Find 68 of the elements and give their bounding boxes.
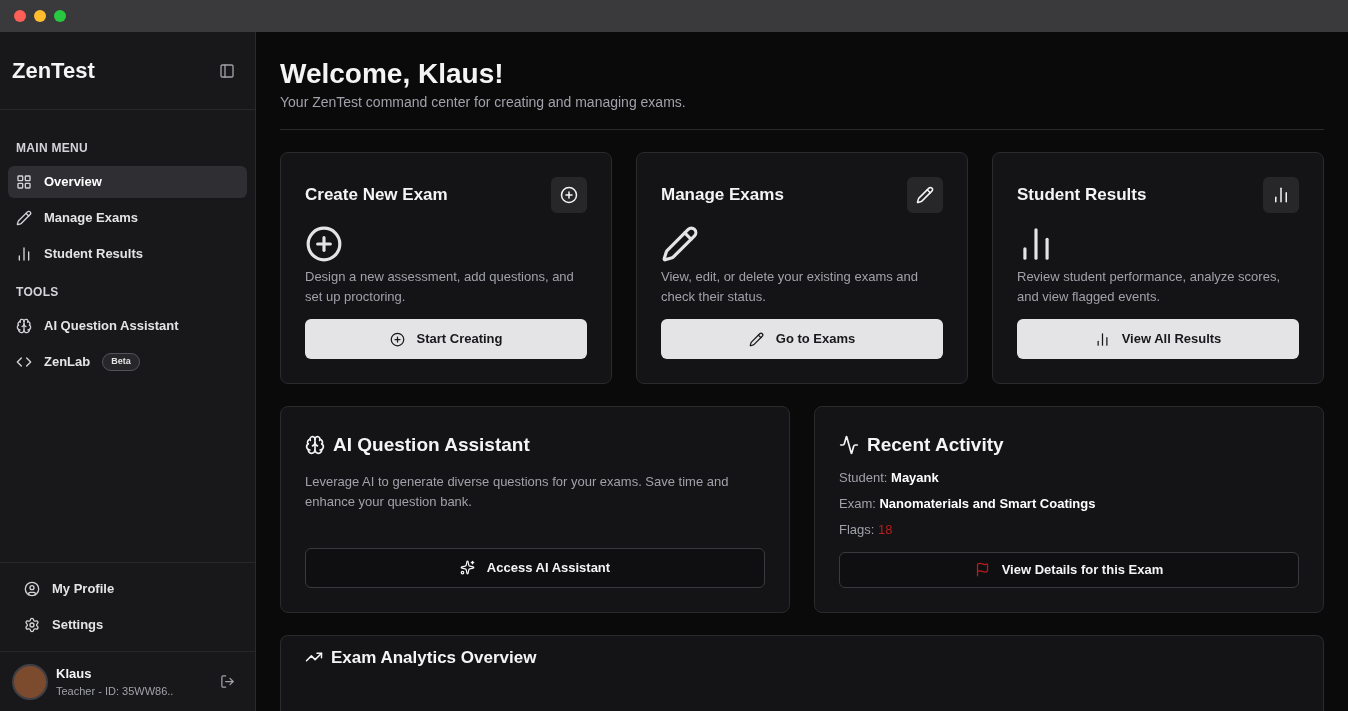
brain-icon	[305, 435, 325, 456]
nav-item[interactable]: Settings	[16, 607, 239, 643]
sidebar-toggle-icon[interactable]	[219, 62, 235, 79]
beta-badge: Beta	[102, 353, 140, 371]
activity-field: Exam: Nanomaterials and Smart Coatings	[839, 493, 1299, 514]
brand-name: ZenTest	[12, 57, 95, 85]
bar-chart-icon	[16, 246, 32, 262]
nav-item[interactable]: Manage Exams	[8, 202, 247, 234]
code-icon	[16, 354, 32, 370]
minimize-window-icon[interactable]	[34, 10, 46, 22]
nav-label: ZenLab	[44, 353, 91, 372]
card-title: Student Results	[1017, 184, 1147, 207]
settings-icon	[24, 617, 40, 633]
card-description: Review student performance, analyze scores, and view flagged events.	[1017, 268, 1281, 306]
nav-label: My Profile	[52, 580, 115, 599]
plus-circle-icon	[305, 225, 343, 263]
card-title: AI Question Assistant	[333, 433, 530, 457]
card-action-button[interactable]: View All Results	[1017, 319, 1299, 359]
access-ai-button[interactable]: Access AI Assistant	[305, 547, 765, 588]
nav-label: AI Question Assistant	[44, 317, 179, 336]
welcome-subtitle: Your ZenTest command center for creating and managing exams.	[280, 93, 687, 112]
plus-circle-icon	[560, 186, 578, 204]
nav-label: Manage Exams	[44, 209, 138, 228]
nav-item[interactable]: Overview	[8, 166, 247, 198]
card-icon-button[interactable]	[1263, 177, 1299, 213]
pencil-icon	[916, 186, 934, 204]
pencil-icon	[748, 331, 764, 347]
welcome-title: Welcome, Klaus!	[280, 57, 505, 91]
maximize-window-icon[interactable]	[54, 10, 66, 22]
card-action-button[interactable]: Go to Exams	[661, 319, 943, 359]
logout-icon[interactable]	[220, 674, 235, 689]
brain-icon	[16, 318, 32, 334]
card-description: Design a new assessment, add questions, and set up proctoring.	[305, 268, 575, 306]
activity-field: Student: Mayank	[839, 467, 1299, 488]
activity-field: Flags: 18	[839, 519, 1299, 540]
sparkles-icon	[459, 560, 475, 575]
nav-item[interactable]: ZenLab Beta	[8, 346, 247, 378]
card-action-button[interactable]: Start Creating	[305, 319, 587, 359]
card-description: Leverage AI to generate diverse questions for your exams. Save time and enhance your question bank.	[305, 472, 730, 511]
plus-circle-icon	[389, 331, 405, 347]
close-window-icon[interactable]	[14, 10, 26, 22]
activity-icon	[839, 435, 859, 456]
view-details-button[interactable]: View Details for this Exam	[839, 551, 1299, 588]
card-title: Manage Exams	[661, 184, 784, 207]
grid-icon	[16, 174, 32, 190]
flag-icon	[974, 562, 990, 577]
pencil-icon	[661, 225, 699, 263]
nav-label: Student Results	[44, 245, 143, 264]
bar-chart-icon	[1094, 331, 1110, 347]
nav-label: Settings	[52, 616, 104, 635]
card-icon-button[interactable]	[551, 177, 587, 213]
section-heading: MAIN MENU	[15, 140, 90, 157]
nav-item[interactable]: AI Question Assistant	[8, 310, 247, 342]
card-title: Create New Exam	[305, 184, 448, 207]
bar-chart-icon	[1272, 186, 1290, 204]
user-name: Klaus	[56, 664, 93, 683]
avatar	[12, 663, 48, 700]
pencil-icon	[16, 210, 32, 226]
card-description: View, edit, or delete your existing exams and check their status.	[661, 268, 920, 306]
user-icon	[24, 581, 40, 597]
user-id: Teacher - ID: 35WW86..	[56, 684, 175, 699]
nav-label: Overview	[44, 173, 102, 192]
nav-item[interactable]: My Profile	[16, 571, 239, 607]
nav-item[interactable]: Student Results	[8, 238, 247, 270]
card-title: Recent Activity	[867, 433, 1004, 457]
card-icon-button[interactable]	[907, 177, 943, 213]
section-heading: TOOLS	[15, 284, 60, 301]
card-title: Exam Analytics Overview	[331, 647, 537, 668]
